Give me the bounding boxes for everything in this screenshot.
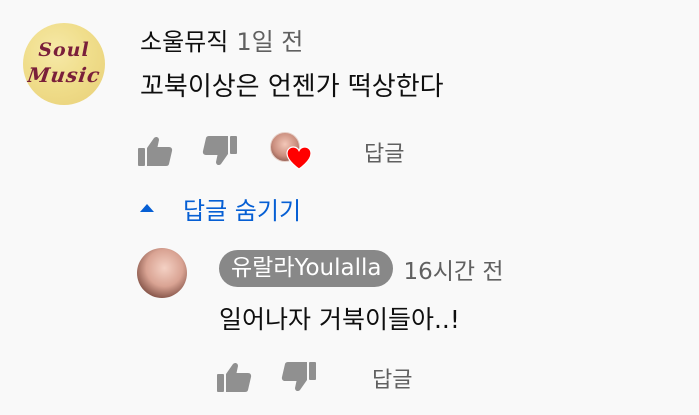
- heart-icon: [286, 146, 312, 170]
- avatar-logo-music: Music: [25, 63, 103, 87]
- avatar-logo-soul: Soul: [38, 39, 90, 61]
- reply-text: 일어나자 거북이들아..!: [219, 305, 460, 334]
- comment-author-avatar[interactable]: Soul Music: [23, 23, 105, 105]
- comment-header: 소울뮤직 1일 전: [140, 22, 303, 57]
- reply-like-button[interactable]: [216, 361, 252, 393]
- reply-button[interactable]: 답글: [364, 136, 404, 168]
- reply-time[interactable]: 16시간 전: [403, 252, 503, 286]
- thumbs-up-icon: [138, 136, 173, 166]
- dislike-button[interactable]: [202, 135, 238, 167]
- comment-author-name[interactable]: 소울뮤직: [140, 28, 228, 56]
- hide-replies-button[interactable]: 답글 숨기기: [137, 188, 301, 228]
- thumbs-up-icon: [217, 362, 252, 392]
- hide-replies-label: 답글 숨기기: [183, 196, 302, 225]
- reply-header: 유랄라Youlalla 16시간 전: [219, 250, 504, 287]
- comment-text: 꼬북이상은 언젠가 떡상한다: [140, 72, 444, 102]
- reply-author-badge[interactable]: 유랄라Youlalla: [219, 250, 394, 287]
- creator-heart-badge: [270, 132, 312, 172]
- reply-reply-button[interactable]: 답글: [372, 362, 412, 394]
- reply-dislike-button[interactable]: [281, 361, 317, 393]
- caret-up-icon: [140, 204, 154, 212]
- comment-time[interactable]: 1일 전: [236, 28, 303, 56]
- reply-author-avatar[interactable]: [137, 248, 187, 298]
- like-button[interactable]: [137, 135, 173, 167]
- thumbs-down-icon: [202, 136, 237, 166]
- thumbs-down-icon: [281, 362, 316, 392]
